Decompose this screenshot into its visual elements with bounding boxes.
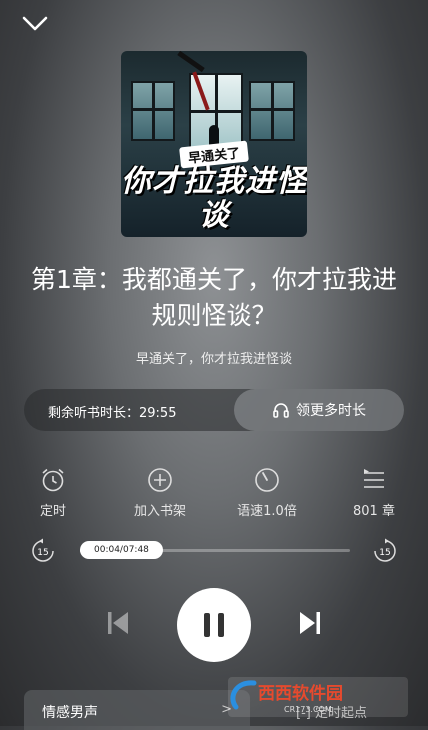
rewind-seconds: 15: [37, 548, 48, 558]
add-to-shelf-button[interactable]: 加入书架: [115, 466, 205, 519]
speedometer-icon: [255, 468, 279, 492]
voice-label: 情感男声: [42, 705, 98, 721]
book-name[interactable]: 早通关了，你才拉我进怪谈: [0, 348, 428, 367]
timer-label: 定时: [39, 504, 66, 519]
watermark-text: 西西软件园: [258, 683, 343, 704]
plus-circle-icon: [148, 468, 172, 492]
alarm-clock-icon: [42, 468, 64, 492]
chapter-list-button[interactable]: 801 章: [329, 466, 419, 519]
remaining-time-bar: 剩余听书时长：29:55 领更多时长: [24, 389, 404, 431]
get-more-time-label: 领更多时长: [296, 403, 366, 419]
next-chapter-icon[interactable]: [296, 608, 324, 638]
rewind-15-icon[interactable]: 15: [30, 538, 56, 564]
get-more-time-button[interactable]: 领更多时长: [234, 389, 404, 431]
headphones-icon: [273, 403, 289, 418]
remaining-time-label: 剩余听书时长：29:55: [48, 406, 177, 421]
speed-label: 语速1.0倍: [237, 504, 297, 519]
chapter-count-label: 801 章: [353, 504, 395, 519]
forward-seconds: 15: [379, 548, 390, 558]
pause-button[interactable]: [177, 588, 251, 662]
book-cover: 早通关了 你才拉我进怪谈: [121, 51, 307, 237]
cover-title: 你才拉我进怪谈: [121, 164, 307, 233]
timer-button[interactable]: 定时: [8, 466, 98, 519]
watermark-url: CR173.COM: [284, 705, 332, 714]
chapter-title: 第1章：我都通关了，你才拉我进规则怪谈？: [31, 265, 397, 330]
collapse-chevron-icon[interactable]: [18, 10, 52, 36]
site-watermark-logo: 西西软件园 CR173.COM: [228, 677, 408, 717]
speed-button[interactable]: 语速1.0倍: [222, 466, 312, 519]
forward-15-icon[interactable]: 15: [372, 538, 398, 564]
progress-thumb-time[interactable]: 00:04/07:48: [80, 541, 163, 559]
pause-icon: [204, 613, 224, 637]
previous-chapter-icon[interactable]: [104, 608, 132, 638]
add-to-shelf-label: 加入书架: [133, 504, 186, 519]
voice-selector[interactable]: 情感男声 >: [24, 690, 250, 730]
playlist-icon: [364, 469, 384, 488]
